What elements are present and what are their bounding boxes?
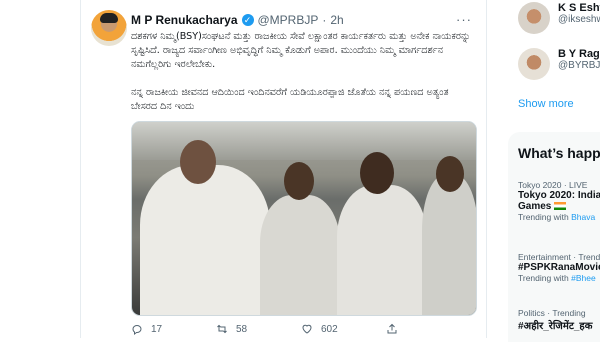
reply-icon (132, 324, 142, 335)
trend-meta: Tokyo 2020 · LIVE (518, 180, 588, 190)
author-avatar[interactable] (91, 10, 127, 46)
trend-meta: Entertainment · Trending (518, 252, 600, 262)
author-handle[interactable]: @MPRBJP (258, 13, 319, 27)
tweet-paragraph-2: ನನ್ನ ರಾಜಕೀಯ ಜೀವನದ ಆದಿಯಿಂದ ಇಂದಿನವರೆಗೆ ಯಡಿ… (131, 87, 449, 112)
trend-name: #अहीर_रेजिमेंट_हक (518, 321, 593, 332)
trend-meta: Politics · Trending (518, 308, 586, 318)
suggestion-handle: @ikseshw (558, 14, 600, 25)
photo-person (140, 165, 270, 315)
trend-sub-label: Trending with (518, 273, 569, 283)
retweet-button[interactable]: 58 (216, 321, 301, 337)
photo-person (337, 185, 427, 315)
photo-person-head (360, 152, 394, 194)
photo-person-head (284, 162, 314, 200)
india-flag-icon (554, 202, 567, 211)
author-name[interactable]: M P Renukacharya (131, 13, 238, 27)
left-gutter (0, 0, 80, 338)
trend-name-line-2: Games (518, 201, 600, 212)
show-more-link[interactable]: Show more (518, 98, 574, 110)
trend-item[interactable]: Politics · Trending #अहीर_रेजिमेंट_हक (518, 308, 600, 332)
tweet-actions: 17 58 602 (131, 321, 471, 337)
tweet-text: ದಶಕಗಳ ನಿಮ್ಮ(BSY)ಸಂಘಟನೆ ಮತ್ತು ರಾಜಕೀಯ ಸೇವೆ… (131, 30, 476, 114)
retweet-count: 58 (236, 323, 248, 335)
suggestion-avatar[interactable] (518, 2, 550, 34)
share-icon (387, 323, 397, 334)
trend-name: Tokyo 2020: India (518, 190, 600, 201)
suggestion-name[interactable]: B Y Ragh (558, 48, 600, 60)
photo-person-head (180, 140, 216, 184)
follow-suggestion[interactable]: K S Eshw @ikseshw (518, 2, 600, 34)
tweet-article[interactable]: M P Renukacharya ✓ @MPRBJP · 2h ··· ದಶಕಗ… (80, 0, 487, 338)
trend-sub-link[interactable]: #Bhee (571, 273, 596, 283)
reply-button[interactable]: 17 (131, 321, 216, 337)
trend-item[interactable]: Tokyo 2020 · LIVE Tokyo 2020: India Game… (518, 180, 600, 222)
like-count: 602 (321, 323, 338, 335)
verified-badge-icon: ✓ (241, 14, 254, 26)
tweet-photo[interactable] (131, 121, 477, 316)
trend-item[interactable]: Entertainment · Trending #PSPKRanaMovie … (518, 252, 600, 283)
trend-sub: Trending with #Bhee (518, 273, 600, 283)
photo-person-head (436, 156, 464, 192)
trend-sub: Trending with Bhava (518, 212, 600, 222)
follow-suggestion[interactable]: B Y Ragh @BYRBJP (518, 48, 600, 80)
suggestion-handle: @BYRBJP (558, 60, 600, 71)
photo-person (422, 175, 476, 315)
header-separator: · (322, 13, 327, 27)
trend-name: #PSPKRanaMovie (518, 262, 600, 273)
photo-person (260, 195, 340, 315)
trend-sub-link[interactable]: Bhava (571, 212, 595, 222)
more-options-icon[interactable]: ··· (456, 12, 472, 27)
trend-sub-label: Trending with (518, 212, 569, 222)
like-button[interactable]: 602 (301, 321, 386, 337)
suggestion-name[interactable]: K S Eshw (558, 2, 600, 14)
trends-title: What’s happ (518, 145, 600, 161)
reply-count: 17 (151, 323, 163, 335)
suggestion-avatar[interactable] (518, 48, 550, 80)
tweet-paragraph-1: ದಶಕಗಳ ನಿಮ್ಮ(BSY)ಸಂಘಟನೆ ಮತ್ತು ರಾಜಕೀಯ ಸೇವೆ… (131, 31, 471, 70)
tweet-header: M P Renukacharya ✓ @MPRBJP · 2h (131, 12, 344, 28)
share-button[interactable] (386, 321, 471, 337)
trend-name-suffix: Games (518, 201, 552, 212)
heart-icon (302, 324, 312, 334)
tweet-timestamp[interactable]: 2h (330, 13, 343, 27)
retweet-icon (217, 324, 227, 334)
